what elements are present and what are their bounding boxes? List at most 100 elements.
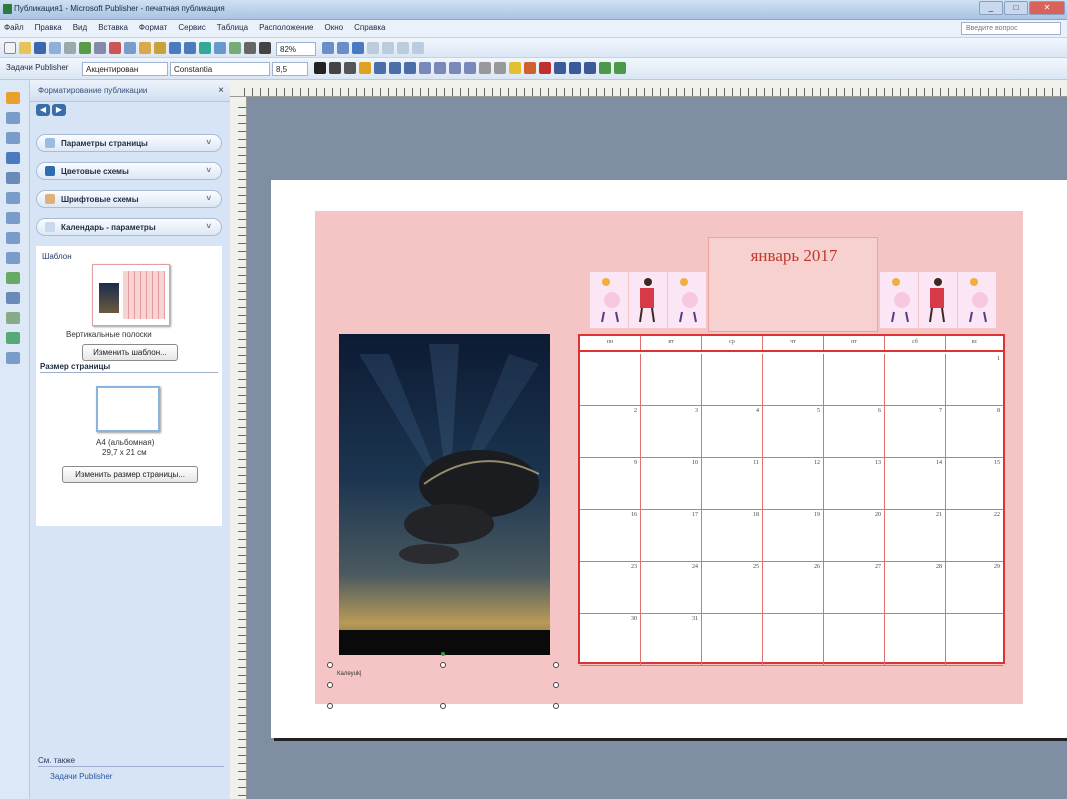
day-cell[interactable]: [946, 614, 1003, 666]
line-style-icon[interactable]: [554, 62, 566, 74]
zoom-in-icon[interactable]: [337, 42, 349, 54]
day-cell[interactable]: 5: [763, 406, 824, 458]
3d-icon[interactable]: [614, 62, 626, 74]
bold-icon[interactable]: [314, 62, 326, 74]
template-thumbnail[interactable]: [92, 264, 170, 326]
day-cell[interactable]: 1: [946, 354, 1003, 406]
arrow-style-icon[interactable]: [584, 62, 596, 74]
fill-color-icon[interactable]: [509, 62, 521, 74]
dancers-graphic-right[interactable]: [880, 272, 996, 330]
line-color-icon[interactable]: [524, 62, 536, 74]
day-cell[interactable]: 25: [702, 562, 763, 614]
day-cell[interactable]: 14: [885, 458, 946, 510]
special-chars-icon[interactable]: [259, 42, 271, 54]
select-tool-icon[interactable]: [6, 92, 20, 104]
selection-handle[interactable]: [440, 662, 446, 668]
day-cell[interactable]: [580, 354, 641, 406]
font-color-icon[interactable]: [539, 62, 551, 74]
research-icon[interactable]: [94, 42, 106, 54]
day-cell[interactable]: [885, 614, 946, 666]
menu-edit[interactable]: Правка: [35, 23, 62, 32]
minimize-button[interactable]: _: [979, 1, 1003, 15]
save-icon[interactable]: [34, 42, 46, 54]
selection-handle[interactable]: [327, 662, 333, 668]
day-cell[interactable]: 10: [641, 458, 702, 510]
day-cell[interactable]: 2: [580, 406, 641, 458]
calendar-grid[interactable]: пн вт ср чт пт сб вс 1 2 3 4 5 6 7 8 9 10 11 12 13 14…: [578, 334, 1005, 666]
print-icon[interactable]: [49, 42, 61, 54]
horizontal-ruler[interactable]: [230, 80, 1067, 97]
align-right-icon[interactable]: [389, 62, 401, 74]
day-cell[interactable]: 3: [641, 406, 702, 458]
close-window-button[interactable]: ✕: [1029, 1, 1065, 15]
day-cell[interactable]: 20: [824, 510, 885, 562]
selection-handle[interactable]: [553, 682, 559, 688]
line-tool-icon[interactable]: [6, 192, 20, 204]
sky-photo[interactable]: [339, 334, 550, 655]
day-cell[interactable]: 12: [763, 458, 824, 510]
guide-icon[interactable]: [382, 42, 394, 54]
justify-icon[interactable]: [404, 62, 416, 74]
day-cell[interactable]: 28: [885, 562, 946, 614]
day-cell[interactable]: [885, 354, 946, 406]
day-cell[interactable]: 30: [580, 614, 641, 666]
change-page-size-button[interactable]: Изменить размер страницы...: [62, 466, 198, 483]
day-cell[interactable]: [702, 354, 763, 406]
day-cell[interactable]: 11: [702, 458, 763, 510]
paste-icon[interactable]: [139, 42, 151, 54]
maximize-button[interactable]: □: [1004, 1, 1028, 15]
cut-icon[interactable]: [109, 42, 121, 54]
hotspot-tool-icon[interactable]: [6, 292, 20, 304]
selection-handle[interactable]: [327, 682, 333, 688]
day-cell[interactable]: 6: [824, 406, 885, 458]
italic-icon[interactable]: [329, 62, 341, 74]
picture-tool-icon[interactable]: [6, 172, 20, 184]
dash-style-icon[interactable]: [569, 62, 581, 74]
menu-window[interactable]: Окно: [325, 23, 344, 32]
oval-tool-icon[interactable]: [6, 232, 20, 244]
font-select[interactable]: Constantia: [170, 62, 270, 76]
catalog-icon[interactable]: [6, 332, 20, 344]
columns-icon[interactable]: [244, 42, 256, 54]
insert-hyperlink-icon[interactable]: [229, 42, 241, 54]
numbering-icon[interactable]: [419, 62, 431, 74]
menu-file[interactable]: Файл: [4, 23, 24, 32]
menu-help[interactable]: Справка: [354, 23, 385, 32]
month-title-box[interactable]: январь 2017: [708, 237, 878, 332]
snap-icon[interactable]: [412, 42, 424, 54]
section-calendar-options[interactable]: Календарь - параметры ˅: [36, 218, 222, 236]
design-gallery-icon[interactable]: [6, 312, 20, 324]
menu-arrange[interactable]: Расположение: [259, 23, 313, 32]
day-cell[interactable]: [702, 614, 763, 666]
grow-font-icon[interactable]: [479, 62, 491, 74]
day-cell[interactable]: [763, 354, 824, 406]
selection-handle[interactable]: [553, 703, 559, 709]
spelling-icon[interactable]: [79, 42, 91, 54]
day-cell[interactable]: 13: [824, 458, 885, 510]
day-cell[interactable]: 26: [763, 562, 824, 614]
day-cell[interactable]: [824, 614, 885, 666]
day-cell[interactable]: 27: [824, 562, 885, 614]
text-box-tool-icon[interactable]: [6, 112, 20, 124]
section-page-options[interactable]: Параметры страницы ˅: [36, 134, 222, 152]
day-cell[interactable]: 31: [641, 614, 702, 666]
day-cell[interactable]: 17: [641, 510, 702, 562]
decrease-indent-icon[interactable]: [449, 62, 461, 74]
shrink-font-icon[interactable]: [494, 62, 506, 74]
back-arrow-icon[interactable]: ◀: [36, 104, 50, 116]
publisher-tasks-link[interactable]: Задачи Publisher: [50, 772, 112, 781]
align-center-icon[interactable]: [374, 62, 386, 74]
font-size-select[interactable]: 8,5: [272, 62, 308, 76]
day-cell[interactable]: 16: [580, 510, 641, 562]
rectangle-tool-icon[interactable]: [6, 252, 20, 264]
zoom-select[interactable]: 82%: [276, 42, 316, 56]
layout-icon[interactable]: [397, 42, 409, 54]
section-color-schemes[interactable]: Цветовые схемы ˅: [36, 162, 222, 180]
align-left-icon[interactable]: [359, 62, 371, 74]
day-cell[interactable]: 18: [702, 510, 763, 562]
day-cell[interactable]: [824, 354, 885, 406]
day-cell[interactable]: [763, 614, 824, 666]
menu-format[interactable]: Формат: [139, 23, 167, 32]
copy-icon[interactable]: [124, 42, 136, 54]
wordart-tool-icon[interactable]: [6, 152, 20, 164]
